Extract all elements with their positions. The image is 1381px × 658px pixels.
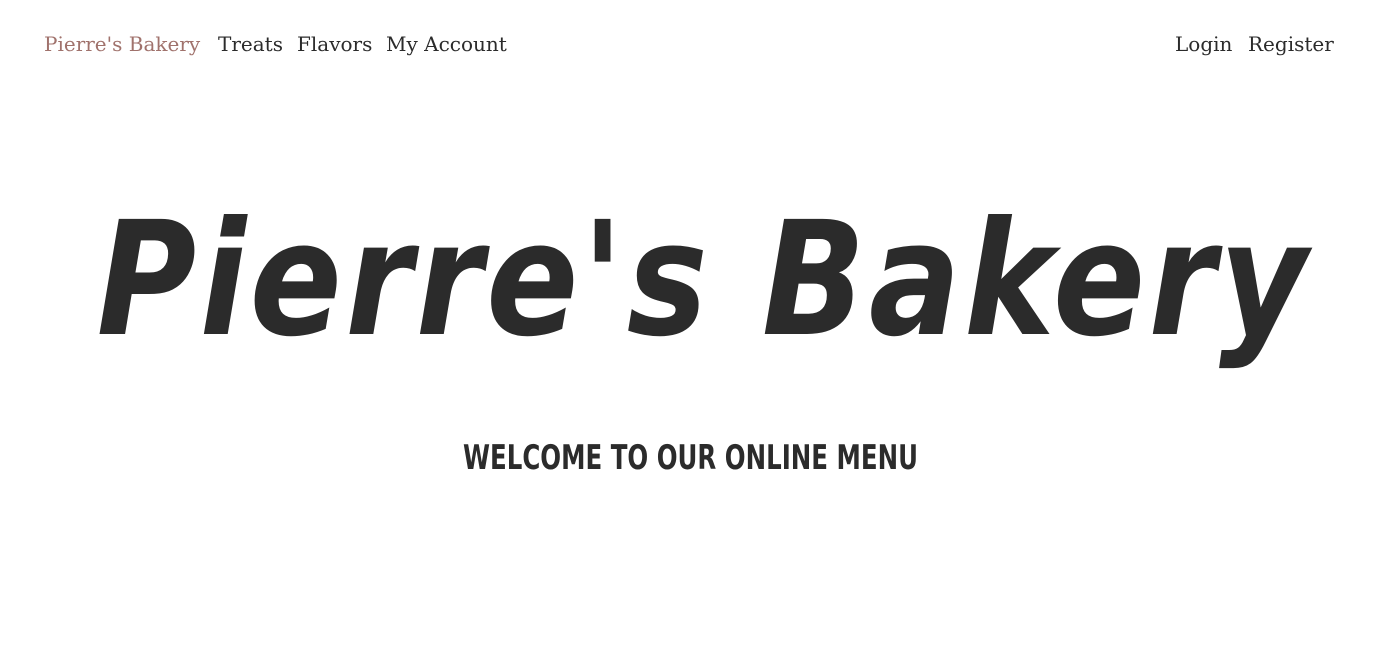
nav-link-flavors[interactable]: Flavors	[297, 30, 372, 58]
brand-link[interactable]: Pierre's Bakery	[44, 30, 200, 58]
hero-title: Pierre's Bakery	[96, 188, 1312, 372]
nav-link-my-account[interactable]: My Account	[386, 30, 507, 58]
nav-link-treats[interactable]: Treats	[218, 30, 283, 58]
login-link[interactable]: Login	[1175, 30, 1232, 58]
top-navbar: Pierre's Bakery Treats Flavors My Accoun…	[0, 0, 1381, 90]
hero-subtitle: WELCOME TO OUR ONLINE MENU	[463, 438, 918, 478]
register-link[interactable]: Register	[1248, 30, 1334, 58]
